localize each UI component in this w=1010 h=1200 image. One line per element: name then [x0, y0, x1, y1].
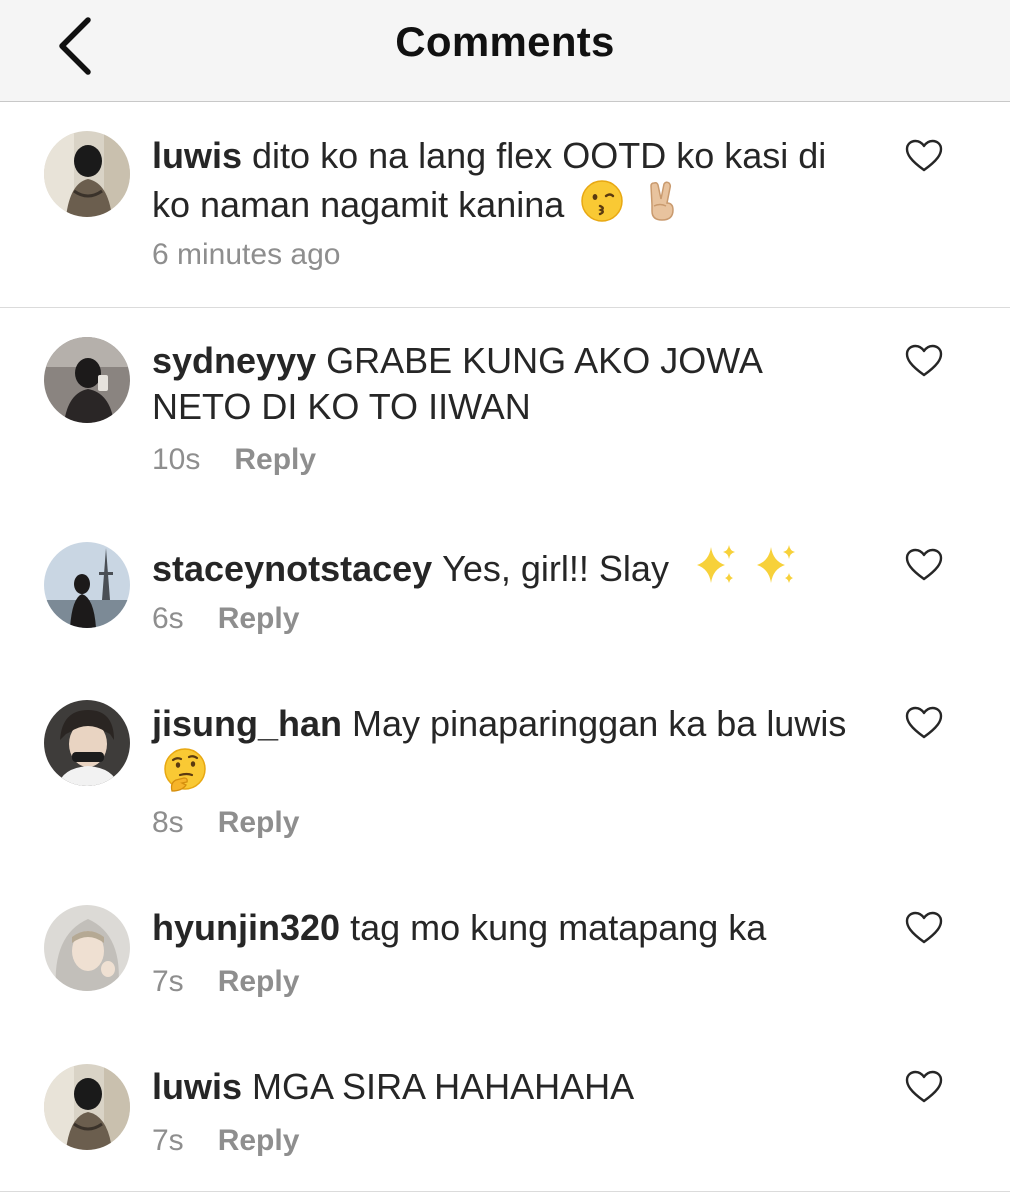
comment-meta: 6s Reply — [152, 602, 299, 636]
comments-screen: Comments luwis dito ko na lang flex OOTD … — [0, 0, 1010, 1200]
comment-timestamp: 10s — [152, 443, 201, 476]
reply-button[interactable]: Reply — [218, 602, 300, 635]
avatar[interactable] — [44, 542, 130, 628]
kissing-face-icon — [580, 179, 624, 234]
reply-button[interactable]: Reply — [218, 1124, 300, 1157]
comment-timestamp: 6 minutes ago — [152, 238, 341, 271]
comment-timestamp: 6s — [152, 602, 184, 635]
comment-timestamp: 7s — [152, 965, 184, 998]
comment-username[interactable]: jisung_han — [152, 703, 342, 744]
comment-meta: 10s Reply — [152, 443, 316, 477]
comment-username[interactable]: hyunjin320 — [152, 907, 340, 948]
thinking-face-icon — [162, 747, 208, 804]
avatar[interactable] — [44, 337, 130, 423]
sparkles-icon — [693, 543, 739, 598]
avatar[interactable] — [44, 1064, 130, 1150]
comment-body: luwis MGA SIRA HAHAHAHA — [152, 1064, 852, 1110]
heart-outline-icon[interactable] — [905, 139, 943, 173]
comment-text: tag mo kung matapang ka — [350, 907, 767, 948]
victory-hand-icon — [640, 179, 684, 234]
avatar[interactable] — [44, 700, 130, 786]
comment-body: jisung_han May pinaparinggan ka ba luwis — [152, 701, 852, 804]
comment-meta: 7s Reply — [152, 1124, 299, 1158]
heart-outline-icon[interactable] — [905, 706, 943, 740]
comment-body: staceynotstacey Yes, girl!! Slay — [152, 543, 852, 598]
comment-username[interactable]: luwis — [152, 135, 242, 176]
reply-button[interactable]: Reply — [234, 443, 316, 476]
sparkles-icon — [753, 543, 799, 598]
comment-meta: 6 minutes ago — [152, 238, 374, 272]
heart-outline-icon[interactable] — [905, 1070, 943, 1104]
reply-button[interactable]: Reply — [218, 806, 300, 839]
avatar[interactable] — [44, 905, 130, 991]
comment-meta: 7s Reply — [152, 965, 299, 999]
heart-outline-icon[interactable] — [905, 548, 943, 582]
reply-button[interactable]: Reply — [218, 965, 300, 998]
divider — [0, 1191, 1010, 1192]
comment-username[interactable]: sydneyyy — [152, 340, 316, 381]
comment-meta: 8s Reply — [152, 806, 299, 840]
header-bar: Comments — [0, 0, 1010, 102]
divider — [0, 307, 1010, 308]
comment-username[interactable]: luwis — [152, 1066, 242, 1107]
comment-timestamp: 7s — [152, 1124, 184, 1157]
comment-timestamp: 8s — [152, 806, 184, 839]
comment-body: luwis dito ko na lang flex OOTD ko kasi d… — [152, 133, 852, 234]
comment-body: sydneyyy GRABE KUNG AKO JOWA NETO DI KO T… — [152, 338, 852, 430]
comment-text: Yes, girl!! Slay — [442, 548, 669, 589]
comment-text: May pinaparinggan ka ba luwis — [352, 703, 847, 744]
heart-outline-icon[interactable] — [905, 344, 943, 378]
comment-username[interactable]: staceynotstacey — [152, 548, 432, 589]
comment-text: MGA SIRA HAHAHAHA — [252, 1066, 635, 1107]
comment-text: dito ko na lang flex OOTD ko kasi di ko … — [152, 135, 827, 225]
avatar[interactable] — [44, 131, 130, 217]
heart-outline-icon[interactable] — [905, 911, 943, 945]
page-title: Comments — [395, 18, 615, 65]
comment-body: hyunjin320 tag mo kung matapang ka — [152, 905, 852, 951]
